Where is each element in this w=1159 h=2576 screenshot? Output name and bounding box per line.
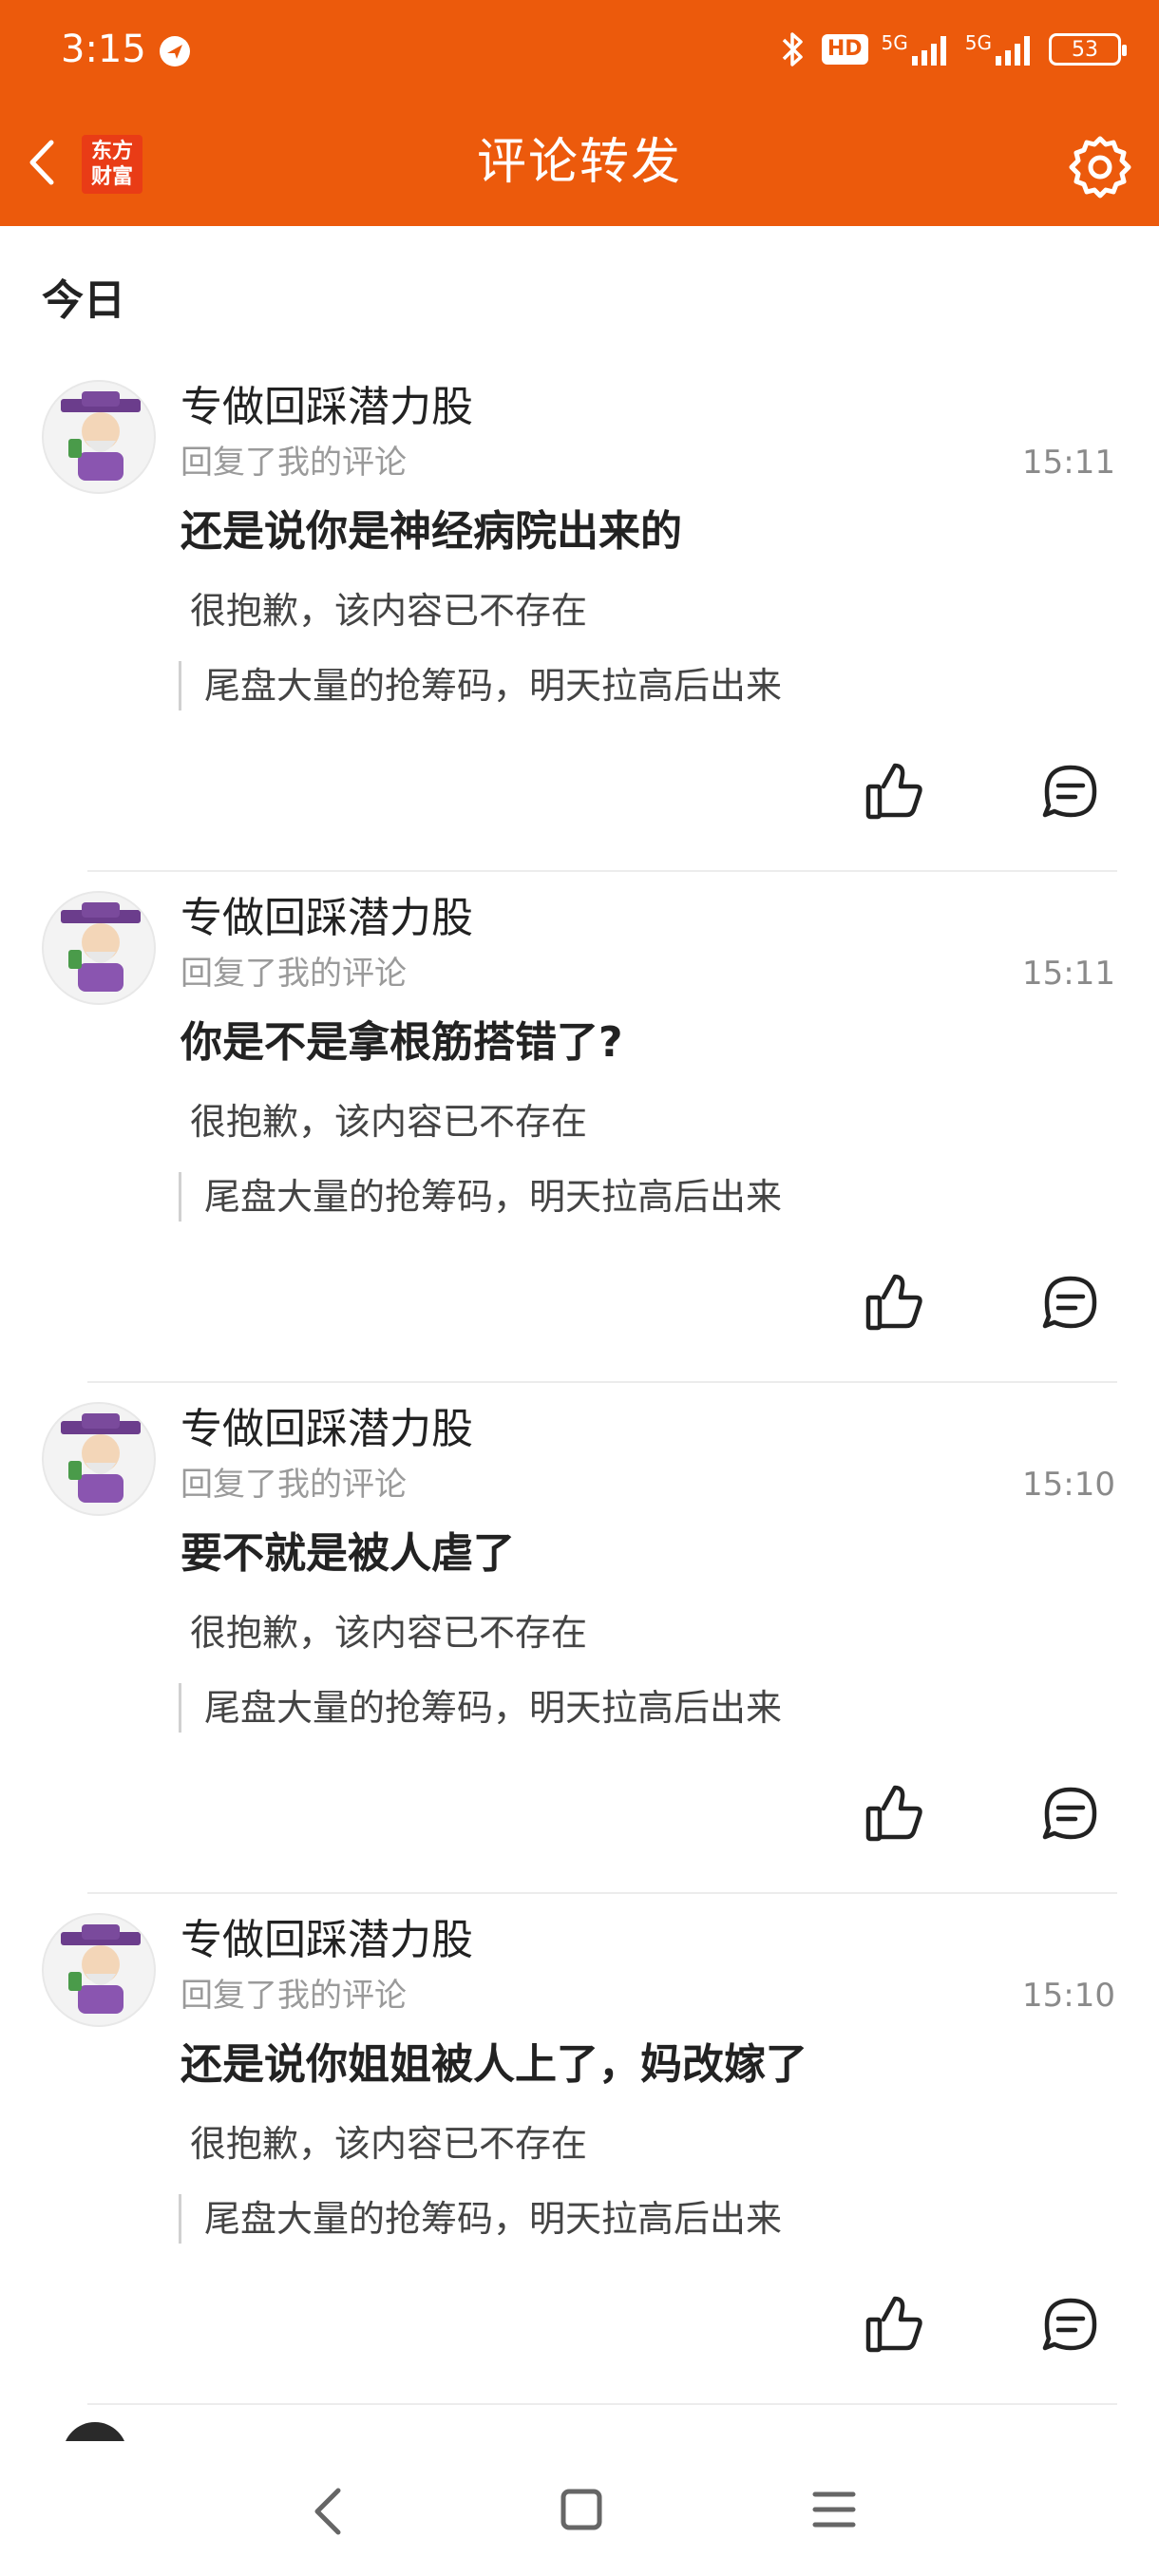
comment-text[interactable]: 还是说你姐姐被人上了，妈改嫁了 — [180, 2038, 808, 2092]
avatar[interactable] — [42, 1913, 156, 2027]
status-bar: 3:15 HD 5G 5G 53 — [0, 0, 1159, 99]
page-title: 评论转发 — [476, 134, 682, 191]
comment-icon[interactable] — [1037, 1780, 1104, 1847]
avatar[interactable] — [63, 2422, 127, 2441]
thumbs-up-icon[interactable] — [861, 1269, 927, 1335]
avatar[interactable] — [42, 380, 156, 494]
comment-icon[interactable] — [1037, 758, 1104, 824]
signal-icon: 5G — [882, 33, 952, 66]
timestamp: 15:10 — [1022, 1977, 1115, 2015]
partial-list-item[interactable] — [0, 2405, 1159, 2441]
quoted-comment[interactable]: 尾盘大量的抢筹码，明天拉高后出来 — [179, 1683, 782, 1733]
reply-subtitle: 回复了我的评论 — [180, 444, 407, 482]
battery-icon: 53 — [1049, 33, 1127, 66]
hd-icon: HD — [821, 34, 868, 65]
comment-text[interactable]: 还是说你是神经病院出来的 — [180, 505, 682, 559]
battery-level: 53 — [1072, 37, 1098, 62]
notification-icon — [160, 36, 190, 66]
deleted-notice: 很抱歉，该内容已不存在 — [190, 2123, 588, 2165]
reply-subtitle: 回复了我的评论 — [180, 1466, 407, 1504]
author-name[interactable]: 专做回踩潜力股 — [180, 1404, 473, 1455]
timestamp: 15:10 — [1022, 1466, 1115, 1504]
home-icon[interactable] — [559, 2487, 604, 2532]
comment-icon[interactable] — [1037, 1269, 1104, 1335]
gear-icon[interactable] — [1066, 133, 1134, 201]
author-name[interactable]: 专做回踩潜力股 — [180, 1915, 473, 1966]
status-right: HD 5G 5G 53 — [776, 27, 1127, 72]
avatar[interactable] — [42, 891, 156, 1005]
reply-subtitle: 回复了我的评论 — [180, 955, 407, 993]
timestamp: 15:11 — [1022, 444, 1115, 482]
author-name[interactable]: 专做回踩潜力股 — [180, 893, 473, 944]
menu-icon[interactable] — [811, 2489, 857, 2530]
list-item[interactable]: 专做回踩潜力股 回复了我的评论 15:11 你是不是拿根筋搭错了? 很抱歉，该内… — [0, 872, 1159, 1383]
quoted-comment[interactable]: 尾盘大量的抢筹码，明天拉高后出来 — [179, 2194, 782, 2244]
signal-bars-icon-2 — [996, 36, 1030, 66]
list-item[interactable]: 专做回踩潜力股 回复了我的评论 15:10 要不就是被人虐了 很抱歉，该内容已不… — [0, 1383, 1159, 1894]
timestamp: 15:11 — [1022, 955, 1115, 993]
section-title: 今日 — [42, 276, 125, 325]
thumbs-up-icon[interactable] — [861, 2291, 927, 2358]
back-icon[interactable] — [310, 2483, 348, 2540]
network-label: 5G — [881, 31, 908, 54]
comment-text[interactable]: 要不就是被人虐了 — [180, 1527, 515, 1581]
app-header: 东方 财富 评论转发 — [0, 99, 1159, 226]
status-time: 3:15 — [61, 28, 146, 71]
list-item[interactable]: 专做回踩潜力股 回复了我的评论 15:11 还是说你是神经病院出来的 很抱歉，该… — [0, 361, 1159, 872]
deleted-notice: 很抱歉，该内容已不存在 — [190, 590, 588, 632]
deleted-notice: 很抱歉，该内容已不存在 — [190, 1612, 588, 1654]
system-nav-bar — [0, 2441, 1159, 2576]
author-name[interactable]: 专做回踩潜力股 — [180, 382, 473, 433]
comment-feed: 专做回踩潜力股 回复了我的评论 15:11 还是说你是神经病院出来的 很抱歉，该… — [0, 361, 1159, 2405]
bluetooth-icon — [782, 32, 803, 66]
deleted-notice: 很抱歉，该内容已不存在 — [190, 1101, 588, 1143]
quoted-comment[interactable]: 尾盘大量的抢筹码，明天拉高后出来 — [179, 661, 782, 710]
reply-subtitle: 回复了我的评论 — [180, 1977, 407, 2015]
list-item[interactable]: 专做回踩潜力股 回复了我的评论 15:10 还是说你姐姐被人上了，妈改嫁了 很抱… — [0, 1894, 1159, 2405]
avatar[interactable] — [42, 1402, 156, 1516]
signal-bars-icon — [911, 36, 946, 66]
comment-text[interactable]: 你是不是拿根筋搭错了? — [180, 1016, 623, 1070]
signal-icon-2: 5G — [965, 33, 1036, 66]
thumbs-up-icon[interactable] — [861, 758, 927, 824]
network-label-2: 5G — [964, 31, 992, 54]
comment-icon[interactable] — [1037, 2291, 1104, 2358]
thumbs-up-icon[interactable] — [861, 1780, 927, 1847]
quoted-comment[interactable]: 尾盘大量的抢筹码，明天拉高后出来 — [179, 1172, 782, 1222]
